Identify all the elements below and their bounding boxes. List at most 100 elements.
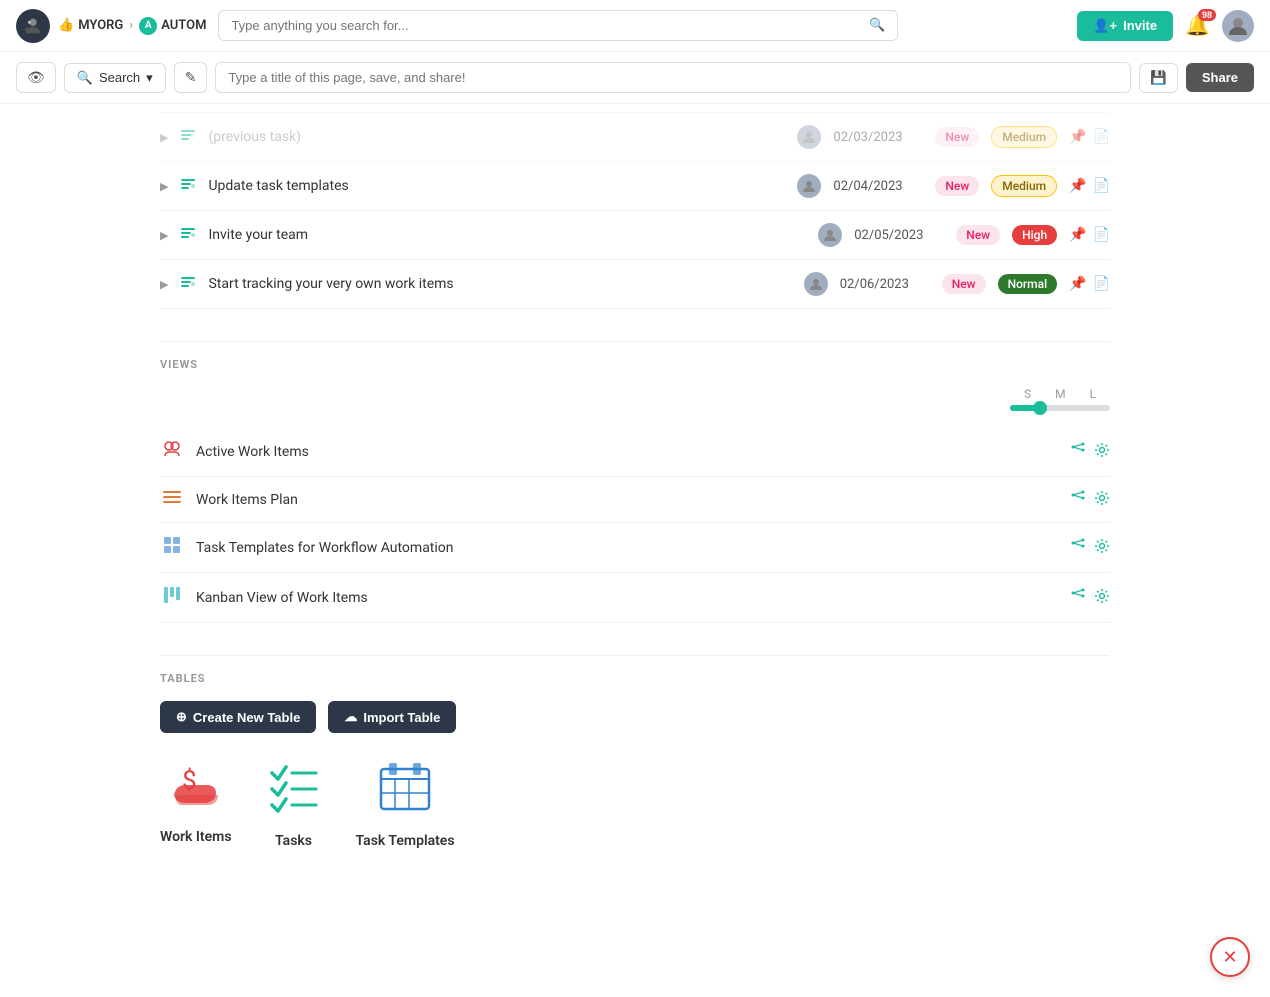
views-section-label: VIEWS xyxy=(160,341,1110,371)
save-button[interactable]: 💾 xyxy=(1139,63,1178,93)
avatar xyxy=(797,125,821,149)
doc-icon[interactable]: 📄 xyxy=(1093,129,1110,145)
page-title-input[interactable] xyxy=(215,62,1131,93)
share-icon[interactable] xyxy=(1070,442,1086,462)
doc-icon[interactable]: 📄 xyxy=(1093,276,1110,292)
work-items-plan-icon xyxy=(160,489,184,510)
size-track[interactable] xyxy=(1010,405,1110,411)
share-button[interactable]: Share xyxy=(1186,63,1254,92)
search-btn-icon: 🔍 xyxy=(77,70,93,86)
task-icon xyxy=(180,176,196,196)
avatar xyxy=(804,272,828,296)
close-icon: ✕ xyxy=(1222,947,1237,968)
table-card-task-templates[interactable]: Task Templates xyxy=(356,757,455,849)
save-icon: 💾 xyxy=(1150,70,1167,85)
status-badge: New xyxy=(935,127,979,147)
table-row: ▶ (previous task) 02/03/2023 New Medium … xyxy=(160,112,1110,162)
kanban-view-icon xyxy=(160,585,184,610)
app-label[interactable]: A AUTOM xyxy=(139,17,206,35)
doc-icon[interactable]: 📄 xyxy=(1093,227,1110,243)
views-section: VIEWS S M L xyxy=(160,341,1110,623)
pencil-icon: ✎ xyxy=(185,69,197,86)
tables-section: TABLES ⊕ Create New Table ☁ Import Table… xyxy=(160,655,1110,869)
table-card-work-items[interactable]: $ Work Items xyxy=(160,757,232,849)
settings-icon[interactable] xyxy=(1094,442,1110,462)
pin-icon[interactable]: 📌 xyxy=(1069,129,1086,145)
priority-badge: High xyxy=(1012,225,1057,245)
pin-icon[interactable]: 📌 xyxy=(1069,178,1086,194)
task-actions: 📌 📄 xyxy=(1069,227,1110,243)
expand-icon[interactable]: ▶ xyxy=(160,229,168,242)
priority-badge: Medium xyxy=(991,126,1057,148)
list-item: Kanban View of Work Items xyxy=(160,573,1110,623)
breadcrumb: 👍 MYORG › A AUTOM xyxy=(58,17,206,35)
user-profile-avatar[interactable] xyxy=(1222,10,1254,42)
pin-icon[interactable]: 📌 xyxy=(1069,276,1086,292)
priority-badge: Medium xyxy=(991,175,1057,197)
cloud-upload-icon: ☁ xyxy=(344,709,357,725)
expand-icon[interactable]: ▶ xyxy=(160,131,168,144)
invite-button[interactable]: 👤+ Invite xyxy=(1077,11,1173,41)
active-work-items-icon xyxy=(160,439,184,464)
tables-section-label: TABLES xyxy=(160,655,1110,685)
task-icon xyxy=(180,225,196,245)
breadcrumb-sep: › xyxy=(129,18,133,33)
chevron-down-icon: ▾ xyxy=(146,70,153,86)
tables-buttons: ⊕ Create New Table ☁ Import Table xyxy=(160,701,1110,733)
table-row: ▶ Invite your team 02/05/2023 New High 📌… xyxy=(160,211,1110,260)
task-icon xyxy=(180,274,196,294)
view-toggle-button[interactable]: 👁 xyxy=(16,62,56,93)
share-icon[interactable] xyxy=(1070,588,1086,608)
task-templates-icon xyxy=(160,535,184,560)
settings-icon[interactable] xyxy=(1094,538,1110,558)
priority-badge: Normal xyxy=(998,274,1058,294)
share-icon[interactable] xyxy=(1070,490,1086,510)
settings-icon[interactable] xyxy=(1094,588,1110,608)
size-slider[interactable]: S M L xyxy=(1010,387,1110,411)
view-actions xyxy=(1070,588,1110,608)
global-search-icon[interactable]: 🔍 xyxy=(869,18,885,33)
status-badge: New xyxy=(956,225,1000,245)
view-actions xyxy=(1070,490,1110,510)
main-content: ▶ (previous task) 02/03/2023 New Medium … xyxy=(0,112,1270,869)
search-button[interactable]: 🔍 Search ▾ xyxy=(64,63,166,93)
work-items-table-icon: $ xyxy=(166,757,226,817)
task-actions: 📌 📄 xyxy=(1069,178,1110,194)
size-selector: S M L xyxy=(160,387,1110,411)
pin-icon[interactable]: 📌 xyxy=(1069,227,1086,243)
expand-icon[interactable]: ▶ xyxy=(160,180,168,193)
task-list: ▶ (previous task) 02/03/2023 New Medium … xyxy=(160,112,1110,309)
org-label[interactable]: 👍 MYORG xyxy=(58,18,123,33)
table-row: ▶ Start tracking your very own work item… xyxy=(160,260,1110,309)
user-avatar-nav[interactable] xyxy=(16,9,50,43)
table-card-tasks[interactable]: Tasks xyxy=(264,757,324,849)
tasks-table-icon xyxy=(264,757,324,821)
table-row: ▶ Update task templates 02/04/2023 New M… xyxy=(160,162,1110,211)
settings-icon[interactable] xyxy=(1094,490,1110,510)
app-icon: A xyxy=(139,17,157,35)
expand-icon[interactable]: ▶ xyxy=(160,278,168,291)
create-new-table-button[interactable]: ⊕ Create New Table xyxy=(160,701,316,733)
task-actions: 📌 📄 xyxy=(1069,129,1110,145)
global-search-input[interactable] xyxy=(231,18,861,33)
table-card-label: Task Templates xyxy=(356,833,455,849)
help-button[interactable]: ✕ xyxy=(1210,937,1250,977)
status-badge: New xyxy=(942,274,986,294)
plus-circle-icon: ⊕ xyxy=(176,709,187,725)
doc-icon[interactable]: 📄 xyxy=(1093,178,1110,194)
list-item: Work Items Plan xyxy=(160,477,1110,523)
table-cards: $ Work Items xyxy=(160,757,1110,869)
task-actions: 📌 📄 xyxy=(1069,276,1110,292)
notifications-button[interactable]: 🔔 98 xyxy=(1185,13,1210,38)
view-actions xyxy=(1070,538,1110,558)
edit-button[interactable]: ✎ xyxy=(174,62,208,93)
thumbs-up-icon: 👍 xyxy=(58,18,74,33)
navbar-right: 👤+ Invite 🔔 98 xyxy=(1077,10,1254,42)
share-icon[interactable] xyxy=(1070,538,1086,558)
notification-badge: 98 xyxy=(1198,9,1216,21)
task-icon xyxy=(180,127,196,147)
status-badge: New xyxy=(935,176,979,196)
navbar: 👍 MYORG › A AUTOM 🔍 👤+ Invite 🔔 98 xyxy=(0,0,1270,52)
avatar xyxy=(818,223,842,247)
import-table-button[interactable]: ☁ Import Table xyxy=(328,701,456,733)
